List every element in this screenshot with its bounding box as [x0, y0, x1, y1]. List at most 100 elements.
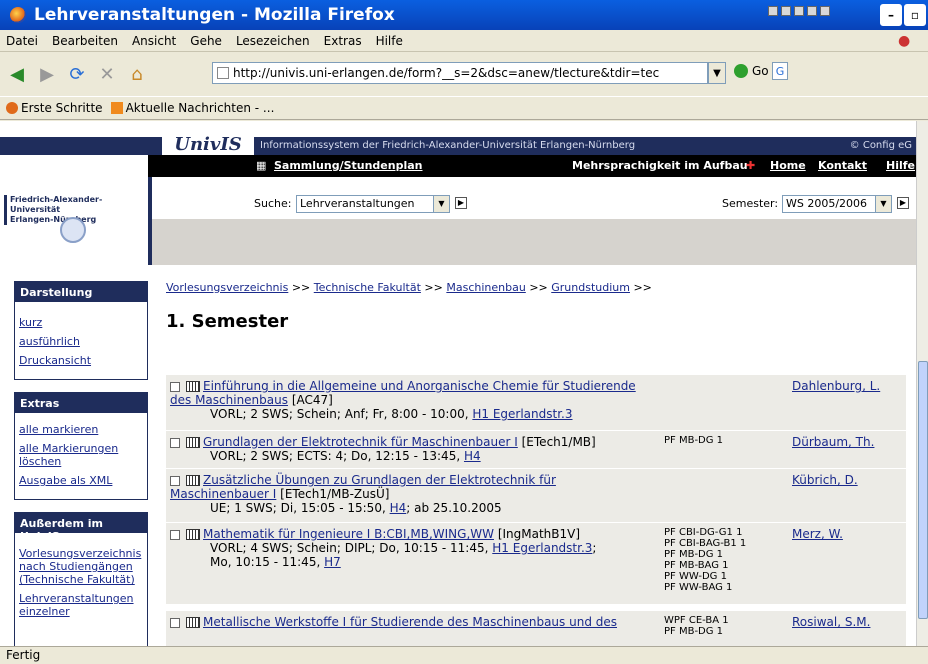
course-link[interactable]: Mathematik für Ingenieure I B:CBI,MB,WIN… — [203, 527, 494, 541]
divider — [148, 177, 152, 265]
grey-band — [148, 219, 916, 265]
firefox-bookmark-icon — [6, 102, 18, 114]
course-link[interactable]: Grundlagen der Elektrotechnik für Maschi… — [203, 435, 518, 449]
search-submit-button[interactable]: ▶ — [455, 197, 467, 209]
lecturer-link[interactable]: Dahlenburg, L. — [792, 379, 880, 393]
link-markierungen-loeschen[interactable]: alle Markierungen löschen — [19, 442, 143, 468]
table-row: Grundlagen der Elektrotechnik für Maschi… — [166, 430, 906, 468]
breadcrumb-vorlesungsverzeichnis[interactable]: Vorlesungsverzeichnis — [166, 281, 288, 294]
stop-load-icon[interactable]: ✕ — [94, 61, 120, 87]
breadcrumb-separator: >> — [424, 281, 443, 294]
lecturer-link[interactable]: Dürbaum, Th. — [792, 435, 874, 449]
univis-logo[interactable]: UnivIS — [162, 133, 254, 157]
semester-select[interactable]: WS 2005/2006 ▼ — [782, 195, 892, 213]
row-checkbox[interactable] — [170, 617, 180, 628]
link-ausgabe-xml[interactable]: Ausgabe als XML — [19, 474, 143, 487]
schedule-icon[interactable] — [186, 529, 200, 540]
univis-header-band: Informationssystem der Friedrich-Alexand… — [0, 137, 916, 155]
course-code: [ETech1/MB-ZusÜ] — [280, 487, 390, 501]
config-label: © Config eG — [849, 140, 912, 151]
vertical-scrollbar[interactable] — [916, 121, 928, 646]
contact-link[interactable]: Kontakt — [818, 155, 867, 177]
maximize-button[interactable]: ▫ — [904, 4, 926, 26]
menu-ansicht[interactable]: Ansicht — [132, 34, 176, 48]
stop-icon[interactable]: ● — [898, 33, 910, 49]
chevron-down-icon: ▼ — [433, 196, 449, 212]
url-bar[interactable]: http://univis.uni-erlangen.de/form?__s=2… — [212, 62, 708, 84]
breadcrumb-separator: >> — [633, 281, 652, 294]
search-select-value: Lehrveranstaltungen — [300, 197, 415, 210]
table-row: Zusätzliche Übungen zu Grundlagen der El… — [166, 468, 906, 522]
forward-icon[interactable]: ▶ — [34, 61, 60, 87]
schedule-icon[interactable] — [186, 617, 200, 628]
link-alle-markieren[interactable]: alle markieren — [19, 423, 143, 436]
course-room[interactable]: H1 Egerlandstr.3 — [472, 407, 572, 421]
sidebar-extras-title: Extras — [15, 393, 147, 413]
link-kurz[interactable]: kurz — [19, 316, 143, 329]
multilang-label: Mehrsprachigkeit im Aufbau — [572, 159, 748, 172]
course-details: VORL; 2 SWS; ECTS: 4; Do, 12:15 - 13:45, — [210, 449, 461, 463]
breadcrumb-technische-fakultaet[interactable]: Technische Fakultät — [314, 281, 421, 294]
course-details: VORL; 4 SWS; Schein; DIPL; Do, 10:15 - 1… — [210, 541, 489, 555]
link-druckansicht[interactable]: Druckansicht — [19, 354, 143, 367]
schedule-icon[interactable] — [186, 381, 200, 392]
bookmark-erste-schritte[interactable]: Erste Schritte — [21, 101, 103, 115]
help-link[interactable]: Hilfe — [886, 155, 915, 177]
link-vorlesungsverzeichnis-studiengaenge[interactable]: Vorlesungsverzeichnis nach Studiengängen… — [19, 547, 143, 586]
course-link[interactable]: Metallische Werkstoffe I für Studierende… — [203, 615, 617, 629]
lecturer-link[interactable]: Kübrich, D. — [792, 473, 858, 487]
page-title: 1. Semester — [166, 311, 289, 332]
breadcrumb-separator: >> — [529, 281, 548, 294]
menu-bearbeiten[interactable]: Bearbeiten — [52, 34, 118, 48]
semester-submit-button[interactable]: ▶ — [897, 197, 909, 209]
row-checkbox[interactable] — [170, 529, 180, 540]
row-checkbox[interactable] — [170, 437, 180, 448]
course-details: UE; 1 SWS; Di, 15:05 - 15:50, — [210, 501, 386, 515]
breadcrumb-grundstudium[interactable]: Grundstudium — [551, 281, 630, 294]
menu-hilfe[interactable]: Hilfe — [376, 34, 403, 48]
url-dropdown[interactable]: ▼ — [708, 62, 726, 84]
reload-icon[interactable]: ⟳ — [64, 61, 90, 87]
table-row: Einführung in die Allgemeine und Anorgan… — [166, 374, 906, 430]
menu-lesezeichen[interactable]: Lesezeichen — [236, 34, 310, 48]
row-checkbox[interactable] — [170, 381, 180, 392]
course-room[interactable]: H4 — [390, 501, 407, 515]
back-icon[interactable]: ◀ — [4, 61, 30, 87]
university-logo-area: Friedrich-Alexander-Universität Erlangen… — [0, 155, 148, 265]
link-ausfuehrlich[interactable]: ausführlich — [19, 335, 143, 348]
scrollbar-thumb[interactable] — [918, 361, 928, 619]
search-select[interactable]: Lehrveranstaltungen ▼ — [296, 195, 450, 213]
course-room[interactable]: H1 Egerlandstr.3 — [492, 541, 592, 555]
status-bar: Fertig — [0, 646, 928, 664]
sidebar-ausserdem: Außerdem im UnivIS Vorlesungsverzeichnis… — [14, 512, 148, 646]
chevron-down-icon: ▼ — [875, 196, 891, 212]
course-details: VORL; 2 SWS; Schein; Anf; Fr, 8:00 - 10:… — [210, 407, 469, 421]
univis-nav-bar: ▦ Sammlung/Stundenplan Mehrsprachigkeit … — [148, 155, 916, 177]
lecturer-link[interactable]: Rosiwal, S.M. — [792, 615, 870, 629]
lecturer-link[interactable]: Merz, W. — [792, 527, 843, 541]
schedule-icon[interactable] — [186, 475, 200, 486]
breadcrumb-maschinenbau[interactable]: Maschinenbau — [446, 281, 525, 294]
uk-flag-icon[interactable]: ✚ — [746, 155, 755, 177]
collection-link[interactable]: Sammlung/Stundenplan — [274, 155, 423, 177]
home-link[interactable]: Home — [770, 155, 806, 177]
link-lehrveranstaltungen-einzelner[interactable]: Lehrveranstaltungen einzelner — [19, 592, 143, 618]
sidebar-darstellung: Darstellung kurz ausführlich Druckansich… — [14, 281, 148, 380]
course-room-2[interactable]: H7 — [324, 555, 341, 569]
row-checkbox[interactable] — [170, 475, 180, 486]
google-search-icon[interactable]: G — [772, 62, 788, 80]
minimize-button[interactable]: – — [880, 4, 902, 26]
home-icon[interactable]: ⌂ — [124, 61, 150, 87]
menu-bar: Datei Bearbeiten Ansicht Gehe Lesezeiche… — [0, 30, 928, 52]
tray-icons — [768, 6, 830, 16]
course-room[interactable]: H4 — [464, 449, 481, 463]
bookmark-aktuelle-nachrichten[interactable]: Aktuelle Nachrichten - ... — [126, 101, 275, 115]
schedule-icon[interactable] — [186, 437, 200, 448]
go-button[interactable]: Go — [734, 64, 769, 78]
menu-extras[interactable]: Extras — [324, 34, 362, 48]
course-link[interactable]: Einführung in die Allgemeine und Anorgan… — [170, 379, 636, 407]
menu-datei[interactable]: Datei — [6, 34, 38, 48]
menu-gehe[interactable]: Gehe — [190, 34, 222, 48]
semester-label: Semester: — [722, 197, 779, 210]
course-extra: ; ab 25.10.2005 — [406, 501, 502, 515]
